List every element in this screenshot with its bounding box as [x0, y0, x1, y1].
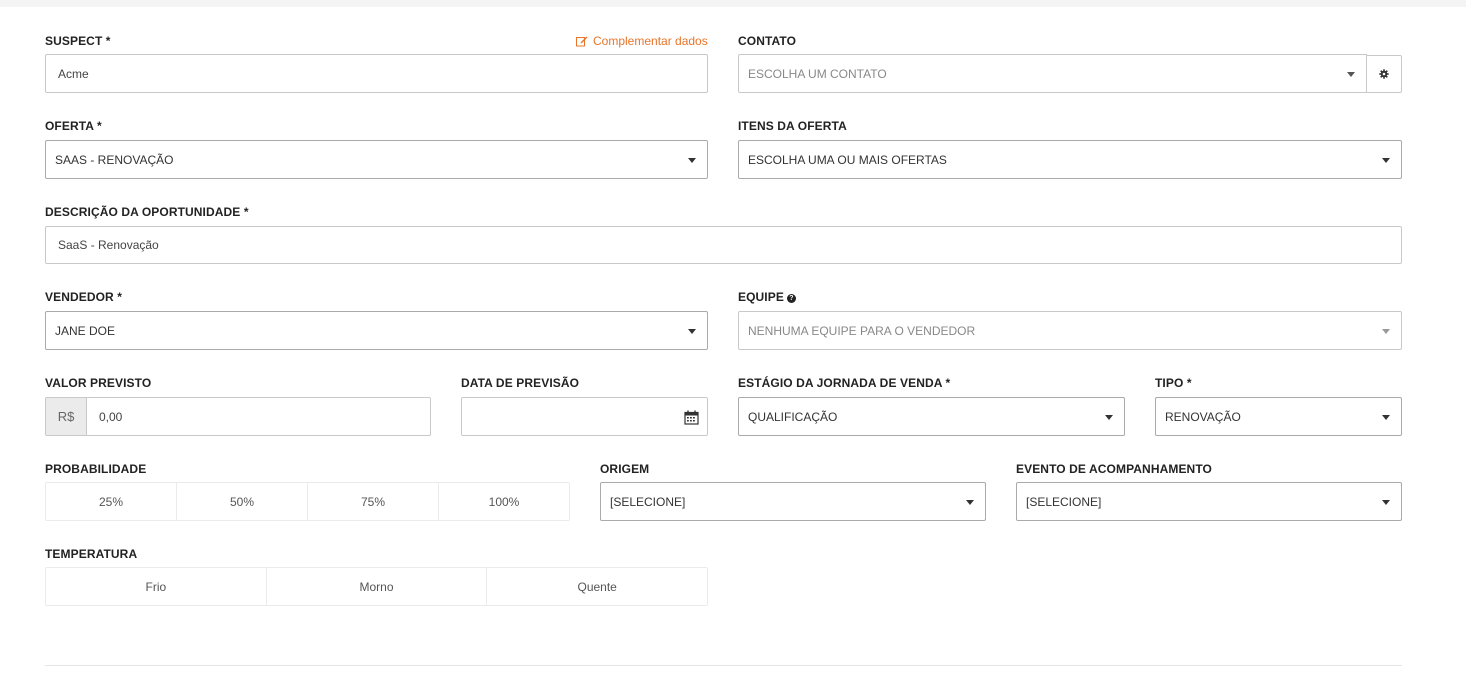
tipo-select[interactable]: RENOVAÇÃO: [1155, 397, 1402, 436]
equipe-label: EQUIPE: [738, 290, 784, 304]
info-icon[interactable]: ?: [786, 294, 796, 303]
valor-previsto-label: VALOR PREVISTO: [45, 376, 152, 390]
temperatura-segmented: Frio Morno Quente: [45, 567, 708, 606]
probabilidade-option-100[interactable]: 100%: [439, 483, 569, 520]
probabilidade-segmented: 25% 50% 75% 100%: [45, 482, 570, 521]
currency-addon: R$: [45, 397, 87, 436]
chevron-down-icon: [1105, 414, 1113, 420]
evento-label: EVENTO DE ACOMPANHAMENTO: [1016, 462, 1212, 476]
complementar-dados-link[interactable]: Complementar dados: [576, 34, 708, 48]
edit-icon: [576, 36, 588, 46]
probabilidade-option-75[interactable]: 75%: [308, 483, 439, 520]
contato-label: CONTATO: [738, 34, 797, 48]
chevron-down-icon: [1382, 414, 1390, 420]
complementar-dados-label: Complementar dados: [593, 34, 708, 48]
contato-placeholder: ESCOLHA UM CONTATO: [748, 66, 887, 81]
data-previsao-input[interactable]: [461, 397, 708, 436]
origem-value: [SELECIONE]: [610, 494, 686, 509]
origem-label: ORIGEM: [600, 462, 650, 476]
vendedor-label: VENDEDOR *: [45, 290, 123, 304]
equipe-placeholder: NENHUMA EQUIPE PARA O VENDEDOR: [748, 323, 976, 338]
descricao-label: DESCRIÇÃO DA OPORTUNIDADE *: [45, 205, 249, 219]
chevron-down-icon: [1347, 71, 1355, 77]
equipe-label-wrap: EQUIPE?: [738, 290, 796, 304]
suspect-input[interactable]: Acme: [45, 54, 708, 93]
vendedor-value: JANE DOE: [55, 323, 116, 338]
chevron-down-icon: [1382, 157, 1390, 163]
oferta-label: OFERTA *: [45, 119, 102, 133]
chevron-down-icon: [1382, 328, 1390, 334]
estagio-select[interactable]: QUALIFICAÇÃO: [738, 397, 1125, 436]
form-divider: [45, 665, 1402, 666]
top-bar: [0, 0, 1466, 7]
evento-select[interactable]: [SELECIONE]: [1016, 482, 1402, 521]
tipo-value: RENOVAÇÃO: [1165, 409, 1241, 424]
estagio-label: ESTÁGIO DA JORNADA DE VENDA *: [738, 376, 951, 390]
contato-select[interactable]: ESCOLHA UM CONTATO: [738, 54, 1367, 93]
equipe-select[interactable]: NENHUMA EQUIPE PARA O VENDEDOR: [738, 311, 1402, 350]
estagio-value: QUALIFICAÇÃO: [748, 409, 838, 424]
contato-settings-button[interactable]: [1366, 55, 1402, 93]
evento-value: [SELECIONE]: [1026, 494, 1102, 509]
itens-oferta-label: ITENS DA OFERTA: [738, 119, 847, 133]
temperatura-option-quente[interactable]: Quente: [487, 568, 708, 605]
chevron-down-icon: [1382, 499, 1390, 505]
probabilidade-option-50[interactable]: 50%: [177, 483, 308, 520]
chevron-down-icon: [688, 157, 696, 163]
descricao-input[interactable]: SaaS - Renovação: [45, 226, 1402, 264]
suspect-label: SUSPECT *: [45, 34, 111, 48]
itens-oferta-select[interactable]: ESCOLHA UMA OU MAIS OFERTAS: [738, 140, 1402, 179]
suspect-value: Acme: [58, 66, 89, 81]
descricao-value: SaaS - Renovação: [58, 238, 159, 252]
temperatura-label: TEMPERATURA: [45, 547, 138, 561]
oferta-select[interactable]: SAAS - RENOVAÇÃO: [45, 140, 708, 179]
probabilidade-option-25[interactable]: 25%: [46, 483, 177, 520]
origem-select[interactable]: [SELECIONE]: [600, 482, 986, 521]
valor-previsto-input[interactable]: 0,00: [86, 397, 431, 436]
temperatura-option-frio[interactable]: Frio: [46, 568, 267, 605]
oferta-value: SAAS - RENOVAÇÃO: [55, 152, 174, 167]
temperatura-option-morno[interactable]: Morno: [266, 568, 488, 605]
valor-previsto-value: 0,00: [99, 409, 123, 424]
chevron-down-icon: [688, 328, 696, 334]
calendar-icon[interactable]: [684, 410, 699, 425]
gear-icon: [1379, 69, 1389, 79]
tipo-label: TIPO *: [1155, 376, 1192, 390]
vendedor-select[interactable]: JANE DOE: [45, 311, 708, 350]
itens-oferta-value: ESCOLHA UMA OU MAIS OFERTAS: [748, 152, 947, 167]
probabilidade-label: PROBABILIDADE: [45, 462, 147, 476]
chevron-down-icon: [966, 499, 974, 505]
data-previsao-label: DATA DE PREVISÃO: [461, 376, 580, 390]
